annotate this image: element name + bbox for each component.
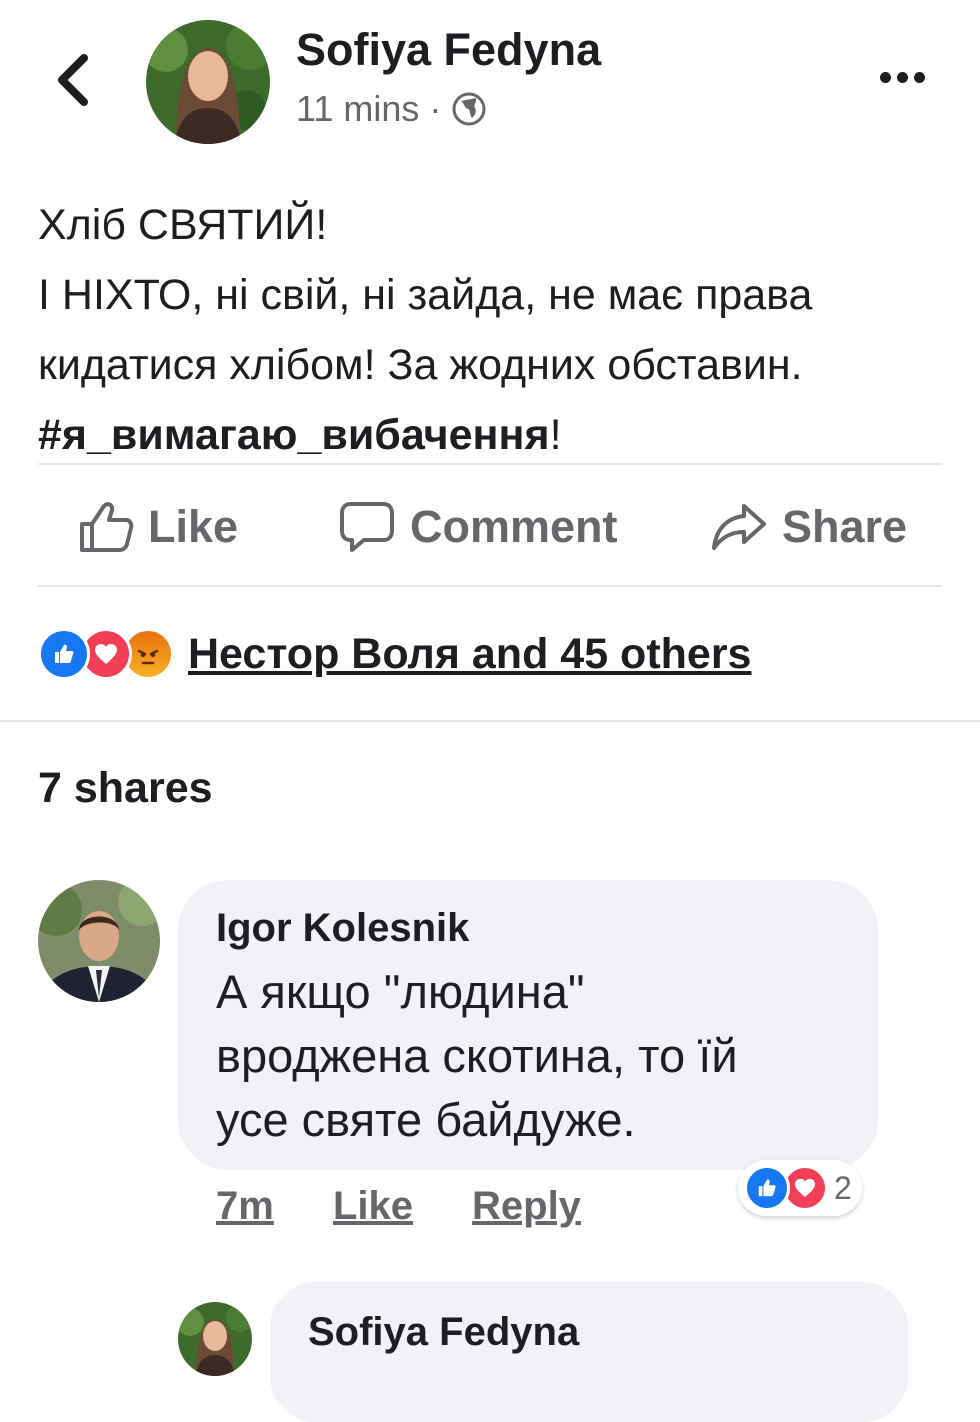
comment-text-line: вроджена скотина, то їй bbox=[216, 1029, 738, 1082]
reply-author-name[interactable]: Sofiya Fedyna bbox=[308, 1310, 579, 1355]
reply-author-avatar[interactable] bbox=[178, 1302, 252, 1376]
like-reaction-icon bbox=[744, 1165, 790, 1211]
shares-count[interactable]: 7 shares bbox=[38, 764, 213, 813]
commenter-avatar[interactable] bbox=[38, 880, 160, 1002]
divider bbox=[38, 585, 942, 587]
author-avatar[interactable] bbox=[146, 20, 270, 144]
comment-author-name[interactable]: Igor Kolesnik bbox=[216, 906, 469, 951]
reactions-summary[interactable]: Нестор Воля and 45 others bbox=[38, 628, 751, 680]
comment-label: Comment bbox=[410, 501, 618, 552]
globe-icon bbox=[452, 92, 486, 126]
more-options-button[interactable] bbox=[880, 72, 925, 83]
meta-separator: · bbox=[429, 88, 442, 129]
share-button[interactable]: Share bbox=[710, 500, 907, 554]
reactions-summary-link[interactable]: Нестор Воля and 45 others bbox=[188, 630, 751, 679]
like-reaction-icon bbox=[38, 628, 90, 680]
more-dot-icon bbox=[914, 72, 925, 83]
share-label: Share bbox=[782, 501, 908, 552]
divider bbox=[38, 463, 942, 465]
post-body: Хліб СВЯТИЙ! І НІХТО, ні свій, ні зайда,… bbox=[38, 190, 958, 470]
comment-bubble-icon bbox=[340, 502, 394, 552]
comment-reply-button[interactable]: Reply bbox=[472, 1184, 581, 1229]
section-divider bbox=[0, 720, 980, 722]
more-dot-icon bbox=[897, 72, 908, 83]
post-text-line: І НІХТО, ні свій, ні зайда, не має права bbox=[38, 271, 813, 319]
comment-text-line: усе святе байдуже. bbox=[216, 1093, 636, 1146]
post-text-line: кидатися хлібом! За жодних обставин. bbox=[38, 341, 803, 389]
like-label: Like bbox=[148, 501, 239, 552]
share-arrow-icon bbox=[712, 504, 766, 550]
like-button[interactable]: Like bbox=[78, 500, 238, 554]
thumbs-up-icon bbox=[80, 502, 134, 552]
comment-time[interactable]: 7m bbox=[216, 1184, 274, 1229]
comment-text-line: А якщо "людина" bbox=[216, 965, 585, 1018]
comment-like-button[interactable]: Like bbox=[333, 1184, 413, 1229]
back-button[interactable] bbox=[52, 52, 92, 108]
post-meta: 11 mins · bbox=[296, 88, 487, 130]
comment-button[interactable]: Comment bbox=[338, 500, 618, 554]
post-hashtag-line: #я_вимагаю_вибачення! bbox=[38, 400, 958, 470]
comment-reactions[interactable]: 2 bbox=[738, 1160, 862, 1216]
comment-reaction-count: 2 bbox=[834, 1169, 852, 1206]
hashtag-link[interactable]: #я_вимагаю_вибачення bbox=[38, 411, 550, 459]
more-dot-icon bbox=[880, 72, 891, 83]
hashtag-suffix: ! bbox=[549, 411, 562, 459]
chevron-left-icon bbox=[58, 54, 88, 106]
post-text-line: Хліб СВЯТИЙ! bbox=[38, 201, 328, 249]
post-author-name[interactable]: Sofiya Fedyna bbox=[296, 24, 601, 76]
post-time[interactable]: 11 mins bbox=[296, 88, 419, 130]
comment-text: А якщо "людина" вроджена скотина, то їй … bbox=[216, 960, 738, 1152]
